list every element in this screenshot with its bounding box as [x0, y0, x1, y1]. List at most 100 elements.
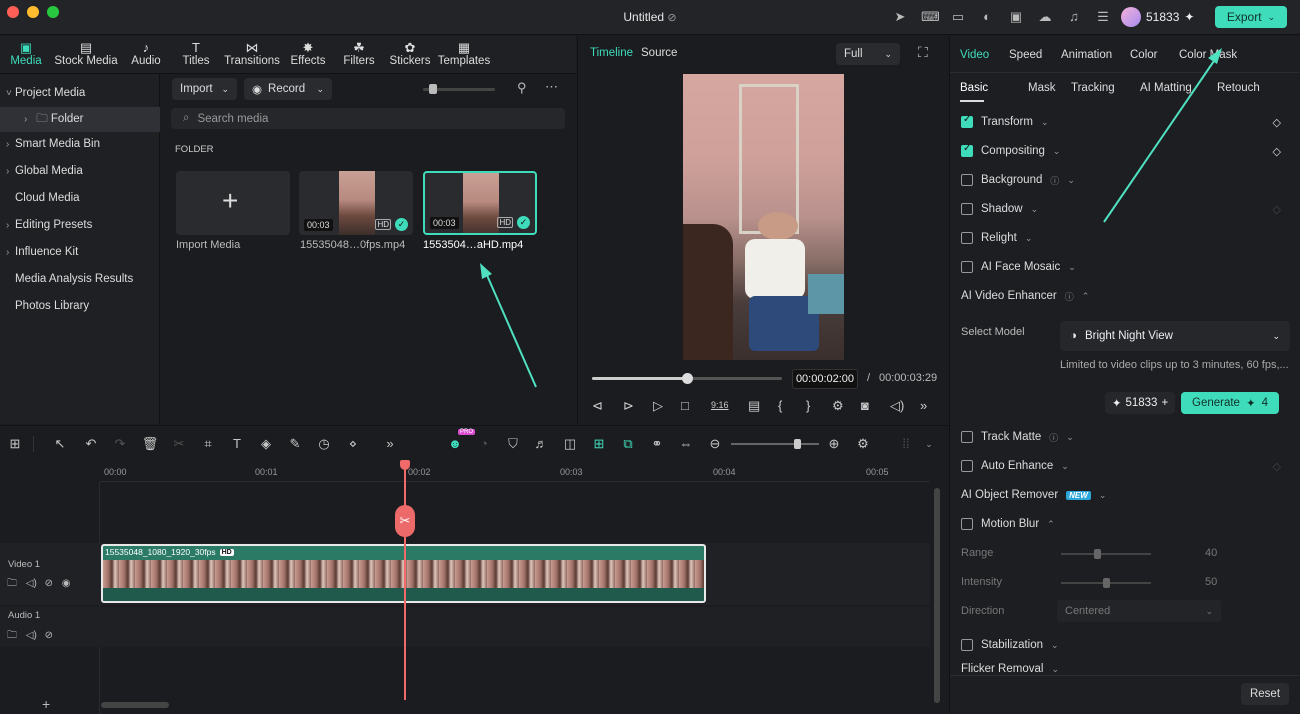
- horizontal-scrollbar[interactable]: [101, 702, 169, 708]
- folder-icon[interactable]: 🗀: [7, 630, 17, 641]
- volume-icon[interactable]: ◁): [890, 398, 904, 414]
- folder-icon[interactable]: 🗀: [7, 578, 17, 589]
- audio-meter-icon[interactable]: ⁞⁞: [897, 435, 915, 453]
- reset-button[interactable]: Reset: [1241, 683, 1289, 705]
- zoom-out-icon[interactable]: ⊖: [706, 435, 724, 453]
- image-icon[interactable]: ⛶: [918, 44, 928, 61]
- previous-frame-icon[interactable]: ⊲: [592, 398, 603, 414]
- keyboard-icon[interactable]: ⌨: [921, 9, 940, 25]
- sidebar-item-photos-library[interactable]: Photos Library: [0, 294, 160, 319]
- volume-icon[interactable]: ◁): [26, 578, 37, 589]
- tab-effects[interactable]: ✸ Effects: [290, 40, 326, 67]
- intensity-value[interactable]: 50: [1205, 576, 1217, 588]
- save-icon[interactable]: ▣: [1008, 9, 1024, 25]
- playhead-knob[interactable]: [682, 373, 693, 384]
- current-time[interactable]: 00:00:02:00: [792, 369, 858, 389]
- help-icon[interactable]: ⓘ: [1065, 290, 1074, 303]
- tab-titles[interactable]: T Titles: [178, 40, 214, 67]
- settings-icon[interactable]: ⚙: [832, 398, 844, 414]
- delete-icon[interactable]: 🗑: [141, 435, 159, 453]
- scroll-thumb[interactable]: [934, 488, 940, 703]
- play-icon[interactable]: ▷: [653, 398, 663, 414]
- keyframe-path-icon[interactable]: ⋄: [344, 435, 362, 453]
- sidebar-item-smart-media-bin[interactable]: › Smart Media Bin: [0, 132, 160, 157]
- more-tools-icon[interactable]: »: [381, 435, 399, 453]
- more-options-icon[interactable]: ⋯: [545, 79, 558, 95]
- chevron-down-icon[interactable]: ⌄: [1051, 664, 1059, 675]
- redo-icon[interactable]: ↷: [111, 435, 129, 453]
- mark-out-icon[interactable]: }: [806, 398, 810, 413]
- shield-icon[interactable]: ⛉: [504, 435, 522, 453]
- tab-stickers[interactable]: ✿ Stickers: [389, 40, 431, 67]
- sidebar-item-project-media[interactable]: ˅ Project Media: [0, 81, 160, 106]
- layout-grid-icon[interactable]: ⊞: [6, 435, 24, 453]
- theme-icon[interactable]: ◐: [979, 9, 995, 25]
- search-input[interactable]: ⌕ Search media: [171, 108, 565, 129]
- support-icon[interactable]: ♫: [1066, 9, 1082, 25]
- model-select[interactable]: ◑ Bright Night View ⌄: [1060, 321, 1290, 351]
- tab-templates[interactable]: ▦ Templates: [437, 40, 491, 67]
- keyframe-icon[interactable]: ◇: [1273, 145, 1281, 158]
- zoom-dropdown[interactable]: Full ⌄: [836, 43, 900, 65]
- checkbox[interactable]: [961, 261, 973, 273]
- tab-media[interactable]: ▣ Media: [8, 40, 44, 67]
- section-flicker-removal[interactable]: Flicker Removal ⌄: [961, 660, 1281, 674]
- tab-audio[interactable]: ♪ Audio: [128, 40, 164, 67]
- help-icon[interactable]: ⓘ: [1050, 174, 1059, 187]
- playhead-handle[interactable]: [400, 460, 410, 470]
- checkbox[interactable]: [961, 232, 973, 244]
- tab-speed[interactable]: Speed: [1009, 49, 1042, 61]
- chevron-down-icon[interactable]: ⌄: [1031, 204, 1039, 215]
- pen-icon[interactable]: ✎: [286, 435, 304, 453]
- unlink-icon[interactable]: ⚭: [648, 435, 666, 453]
- option-motion-blur[interactable]: Motion Blur ⌃: [961, 510, 1281, 538]
- split-screen-icon[interactable]: ◫: [561, 435, 579, 453]
- subtab-mask[interactable]: Mask: [1028, 82, 1055, 94]
- chevron-down-icon[interactable]: ⌄: [1067, 175, 1075, 186]
- speed-icon[interactable]: ◷: [315, 435, 333, 453]
- generate-button[interactable]: Generate ✦ 4: [1181, 392, 1279, 414]
- fit-width-icon[interactable]: ⇔: [677, 435, 695, 453]
- eye-icon[interactable]: ◉: [62, 578, 71, 589]
- chevron-up-icon[interactable]: ⌃: [1047, 519, 1055, 530]
- media-item-1[interactable]: 00:03 HD ✓: [299, 171, 413, 235]
- sidebar-item-folder[interactable]: › 🗀 Folder: [0, 107, 160, 132]
- volume-icon[interactable]: ◁): [26, 630, 37, 641]
- more-tools-icon[interactable]: »: [920, 398, 927, 413]
- snapshot-frame-icon[interactable]: ▤: [748, 398, 760, 414]
- import-media-tile[interactable]: +: [176, 171, 290, 235]
- sidebar-item-media-analysis[interactable]: Media Analysis Results: [0, 267, 160, 292]
- sidebar-item-cloud-media[interactable]: Cloud Media: [0, 186, 160, 211]
- help-icon[interactable]: ⓘ: [1049, 431, 1058, 444]
- chevron-down-icon[interactable]: ⌄: [1061, 461, 1069, 472]
- lock-icon[interactable]: ⊘: [45, 630, 53, 641]
- keyframe-icon[interactable]: ◇: [1273, 116, 1281, 129]
- mark-in-icon[interactable]: {: [778, 398, 782, 413]
- cloud-upload-icon[interactable]: ☁: [1037, 9, 1053, 25]
- range-value[interactable]: 40: [1205, 547, 1217, 559]
- checkbox[interactable]: [961, 431, 973, 443]
- settings-icon[interactable]: ⚙: [854, 435, 872, 453]
- option-stabilization[interactable]: Stabilization ⌄: [961, 631, 1281, 659]
- slider-handle[interactable]: [1103, 578, 1110, 588]
- auto-motion-icon[interactable]: ◔: [475, 435, 493, 453]
- ai-robot-icon[interactable]: ☻: [446, 435, 464, 453]
- checkbox[interactable]: [961, 460, 973, 472]
- checkbox[interactable]: [961, 174, 973, 186]
- snap-icon[interactable]: ⊞: [590, 435, 608, 453]
- layout-icon[interactable]: ▭: [950, 9, 966, 25]
- section-ai-video-enhancer[interactable]: AI Video Enhancer ⓘ ⌃: [961, 282, 1281, 310]
- sidebar-item-editing-presets[interactable]: › Editing Presets: [0, 213, 160, 238]
- subtab-basic[interactable]: Basic: [960, 82, 988, 94]
- option-relight[interactable]: Relight ⌄: [961, 224, 1281, 252]
- tab-stock-media[interactable]: ▤ Stock Media: [54, 40, 118, 67]
- sidebar-item-influence-kit[interactable]: › Influence Kit: [0, 240, 160, 265]
- intensity-slider[interactable]: [1061, 578, 1151, 588]
- tab-filters[interactable]: ☘ Filters: [341, 40, 377, 67]
- record-dropdown[interactable]: ◉ Record ⌄: [244, 78, 332, 100]
- direction-select[interactable]: Centered ⌄: [1057, 600, 1221, 622]
- shape-icon[interactable]: ◈: [257, 435, 275, 453]
- stop-icon[interactable]: □: [681, 398, 689, 413]
- chevron-down-icon[interactable]: ⌄: [1053, 146, 1061, 157]
- crop-icon[interactable]: ⌗: [199, 435, 217, 453]
